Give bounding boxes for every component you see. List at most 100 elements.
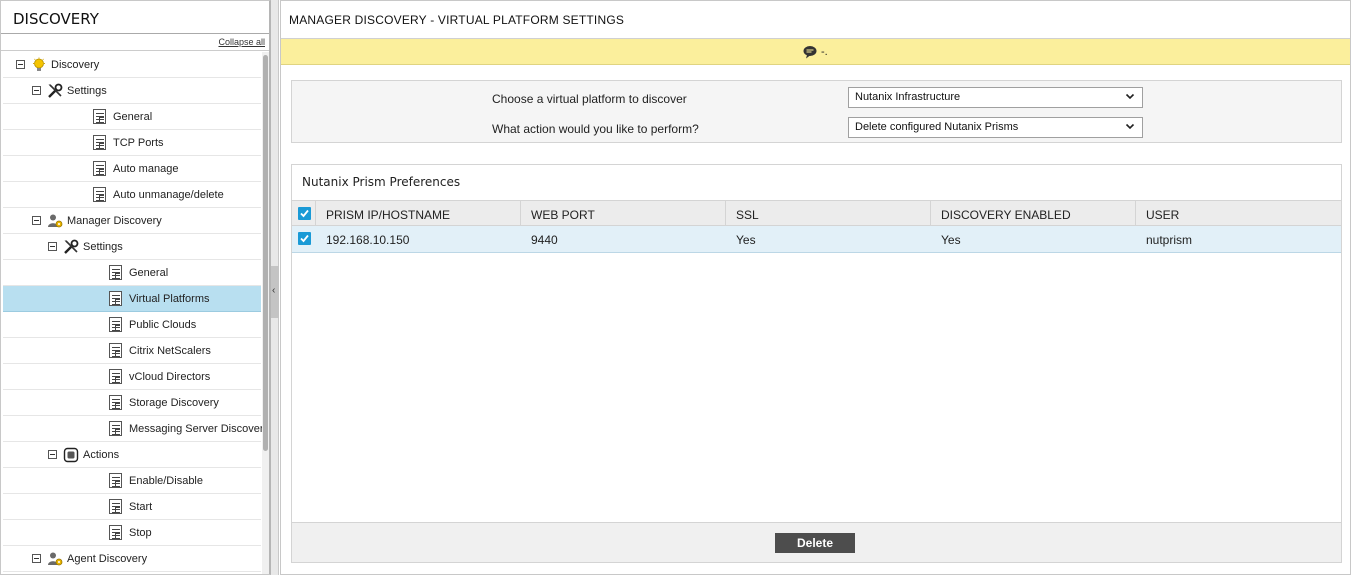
document-icon: [93, 135, 106, 150]
divider: [1, 33, 269, 34]
tools-icon: [47, 83, 63, 99]
column-header-web-port[interactable]: WEB PORT: [531, 208, 595, 222]
tree-item[interactable]: Citrix NetScalers: [3, 338, 261, 364]
tree-item[interactable]: Settings: [3, 234, 261, 260]
column-header-discovery-enabled[interactable]: DISCOVERY ENABLED: [941, 208, 1071, 222]
column-divider: [520, 201, 521, 226]
tree-item-label: Citrix NetScalers: [129, 345, 211, 357]
tree-item[interactable]: Messaging Server Discovery: [3, 416, 269, 442]
tree-item[interactable]: Enable/Disable: [3, 468, 261, 494]
navigation-tree: Discovery Settings General TCP Ports Auto ma…: [3, 52, 269, 572]
checkmark-icon: [300, 209, 309, 218]
column-divider: [725, 201, 726, 226]
main-content-panel: MANAGER DISCOVERY - VIRTUAL PLATFORM SET…: [280, 0, 1351, 575]
collapse-all-link[interactable]: Collapse all: [218, 37, 265, 47]
checkmark-icon: [300, 234, 309, 243]
tree-item-label: General: [129, 267, 169, 279]
tree-item[interactable]: General: [3, 260, 261, 286]
collapse-toggle-icon[interactable]: [48, 450, 57, 459]
action-label: What action would you like to perform?: [492, 122, 699, 136]
tree-item-label: Public Clouds: [129, 319, 197, 331]
tree-item[interactable]: Actions: [3, 442, 261, 468]
collapse-toggle-icon[interactable]: [48, 242, 57, 251]
document-icon: [93, 187, 106, 202]
tree-item[interactable]: Auto unmanage/delete: [3, 182, 261, 208]
cell-prism-ip: 192.168.10.150: [326, 233, 410, 247]
bulb-icon: [31, 57, 47, 73]
document-icon: [109, 369, 122, 384]
collapse-arrow-icon[interactable]: ‹: [272, 286, 275, 296]
tree-item[interactable]: Manager Discovery: [3, 208, 261, 234]
platform-form: Choose a virtual platform to discover Nu…: [291, 80, 1342, 143]
collapse-toggle-icon[interactable]: [32, 216, 41, 225]
tree-item-label: Manager Discovery: [67, 215, 162, 227]
left-navigation-panel: DISCOVERY Collapse all Discovery Settings…: [0, 0, 271, 575]
tree-item[interactable]: Auto manage: [3, 156, 261, 182]
collapse-toggle-icon[interactable]: [32, 86, 41, 95]
tree-item[interactable]: Storage Discovery: [3, 390, 261, 416]
tree-item-label: Start: [129, 501, 153, 513]
column-divider: [315, 201, 316, 226]
column-header-ssl[interactable]: SSL: [736, 208, 759, 222]
divider: [1, 50, 269, 51]
preferences-title: Nutanix Prism Preferences: [302, 175, 461, 189]
tree-item-label: Settings: [67, 85, 107, 97]
tree-item[interactable]: Virtual Platforms: [3, 286, 261, 312]
tree-item-label: Enable/Disable: [129, 475, 203, 487]
cell-ssl: Yes: [736, 233, 756, 247]
tree-item-label: Storage Discovery: [129, 397, 219, 409]
document-icon: [109, 395, 122, 410]
tree-item-label: Agent Discovery: [67, 553, 148, 565]
tree-item[interactable]: Discovery: [3, 52, 261, 78]
column-divider: [930, 201, 931, 226]
column-divider: [1135, 201, 1136, 226]
page-title: MANAGER DISCOVERY - VIRTUAL PLATFORM SET…: [289, 13, 625, 27]
scrollbar-thumb[interactable]: [263, 55, 268, 451]
tree-item[interactable]: Agent Discovery: [3, 546, 261, 572]
platform-select[interactable]: Nutanix Infrastructure: [848, 87, 1143, 108]
column-header-user[interactable]: USER: [1146, 208, 1179, 222]
tree-item[interactable]: Settings: [3, 78, 261, 104]
tree-item-label: Virtual Platforms: [129, 293, 210, 305]
action-icon: [63, 447, 79, 463]
tree-item[interactable]: Start: [3, 494, 261, 520]
table-header: PRISM IP/HOSTNAME WEB PORT SSL DISCOVERY…: [292, 200, 1341, 226]
select-all-checkbox[interactable]: [298, 207, 311, 220]
left-panel-title: DISCOVERY: [13, 10, 99, 28]
tree-item[interactable]: vCloud Directors: [3, 364, 261, 390]
tree-item-label: Auto unmanage/delete: [113, 189, 224, 201]
speech-bubble-icon: [803, 46, 817, 59]
tree-item[interactable]: General: [3, 104, 261, 130]
action-select[interactable]: Delete configured Nutanix Prisms: [848, 117, 1143, 138]
platform-label: Choose a virtual platform to discover: [492, 92, 687, 106]
tree-item-label: Settings: [83, 241, 123, 253]
document-icon: [109, 499, 122, 514]
row-checkbox[interactable]: [298, 232, 311, 245]
document-icon: [109, 317, 122, 332]
cell-user: nutprism: [1146, 233, 1193, 247]
collapse-toggle-icon[interactable]: [32, 554, 41, 563]
tree-item[interactable]: Public Clouds: [3, 312, 261, 338]
table-row[interactable]: 192.168.10.150 9440 Yes Yes nutprism: [292, 226, 1341, 253]
collapse-toggle-icon[interactable]: [16, 60, 25, 69]
tree-item[interactable]: TCP Ports: [3, 130, 261, 156]
notice-text: -.: [821, 46, 828, 58]
chevron-down-icon: [1125, 93, 1135, 100]
document-icon: [109, 421, 122, 436]
platform-select-value: Nutanix Infrastructure: [855, 91, 961, 103]
tree-item[interactable]: Stop: [3, 520, 261, 546]
column-header-prism-ip[interactable]: PRISM IP/HOSTNAME: [326, 208, 450, 222]
cell-web-port: 9440: [531, 233, 558, 247]
document-icon: [109, 343, 122, 358]
document-icon: [93, 109, 106, 124]
preferences-footer: Delete: [292, 522, 1341, 562]
tree-item-label: TCP Ports: [113, 137, 164, 149]
document-icon: [109, 473, 122, 488]
document-icon: [109, 525, 122, 540]
notice-bar: -.: [281, 39, 1350, 65]
preferences-panel: Nutanix Prism Preferences PRISM IP/HOSTN…: [291, 164, 1342, 563]
tree-item-label: Messaging Server Discovery: [129, 423, 269, 435]
document-icon: [109, 265, 122, 280]
delete-button[interactable]: Delete: [775, 533, 855, 553]
document-icon: [109, 291, 122, 306]
